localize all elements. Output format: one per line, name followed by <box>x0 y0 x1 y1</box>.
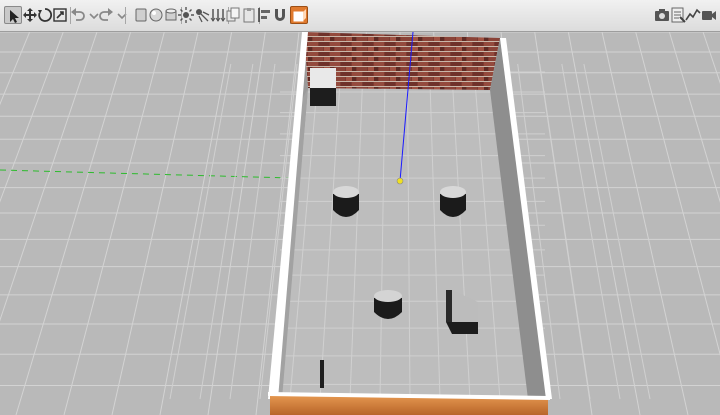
cylinder-obstacle-1[interactable] <box>333 186 359 217</box>
snap-button[interactable] <box>271 6 289 24</box>
scene-canvas[interactable] <box>0 32 720 415</box>
toolbar-separator <box>125 7 126 24</box>
magnet-icon <box>275 9 285 21</box>
redo-history-button[interactable] <box>113 6 127 24</box>
chevron-down-icon <box>117 13 127 20</box>
cylinder-obstacle-3[interactable] <box>374 290 402 319</box>
scene-viewport[interactable] <box>0 32 720 415</box>
scale-icon <box>53 8 67 22</box>
undo-history-button[interactable] <box>85 6 99 24</box>
box-obstacle-top-left[interactable] <box>310 68 336 106</box>
view-angle-icon <box>293 9 306 22</box>
scale-mode-button[interactable] <box>51 6 69 24</box>
video-record-button[interactable] <box>700 6 718 24</box>
cylinder-obstacle-2[interactable] <box>440 186 466 217</box>
wall-stub[interactable] <box>320 360 324 388</box>
change-view-button[interactable] <box>290 6 308 24</box>
main-toolbar <box>0 0 720 32</box>
video-camera-icon <box>702 11 716 20</box>
gazebo-window <box>0 0 720 415</box>
origin-marker[interactable] <box>396 177 404 185</box>
select-mode-button[interactable] <box>4 6 22 24</box>
